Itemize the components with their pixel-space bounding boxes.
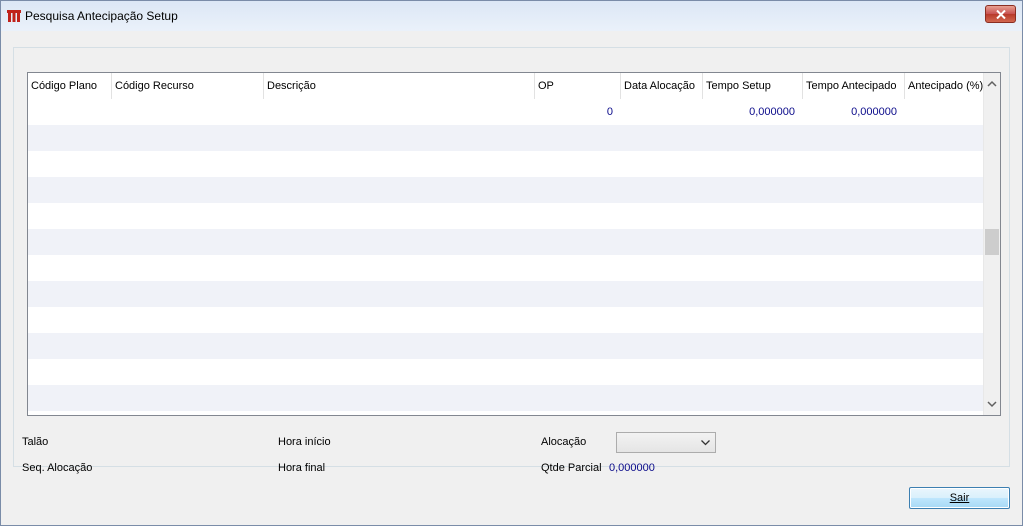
- cell-tempo-setup: 0,000000: [749, 106, 795, 118]
- qtde-parcial-label: Qtde Parcial: [541, 462, 602, 474]
- chevron-down-icon: [701, 440, 710, 446]
- talao-label: Talão: [22, 436, 49, 448]
- col-header-antecipado-pct[interactable]: Antecipado (%): [904, 73, 984, 99]
- grid-vertical-scrollbar[interactable]: [983, 73, 1000, 415]
- table-row-empty: [28, 203, 984, 229]
- seq-alocacao-label: Seq. Alocação: [22, 462, 93, 474]
- table-row-empty: [28, 151, 984, 177]
- table-row-empty: [28, 307, 984, 333]
- window-title: Pesquisa Antecipação Setup: [25, 9, 178, 23]
- col-header-descricao[interactable]: Descrição: [263, 73, 534, 99]
- scroll-down-icon[interactable]: [987, 399, 997, 409]
- grid-body: 0 0,000000 0,000000: [28, 99, 984, 411]
- col-header-op[interactable]: OP: [534, 73, 620, 99]
- scrollbar-thumb[interactable]: [985, 229, 999, 255]
- table-row-empty: [28, 385, 984, 411]
- table-row-empty: [28, 255, 984, 281]
- close-icon: [996, 10, 1006, 19]
- app-logo-icon: [7, 9, 21, 23]
- hora-inicio-label: Hora início: [278, 436, 331, 448]
- table-row-empty: [28, 125, 984, 151]
- grid-header: Código Plano Código Recurso Descrição OP…: [28, 73, 984, 99]
- qtde-parcial-value: 0,000000: [609, 462, 655, 474]
- table-row-empty: [28, 359, 984, 385]
- alocacao-label: Alocação: [541, 436, 587, 448]
- col-header-codigo-recurso[interactable]: Código Recurso: [111, 73, 263, 99]
- col-header-tempo-setup[interactable]: Tempo Setup: [702, 73, 802, 99]
- table-row[interactable]: 0 0,000000 0,000000: [28, 99, 984, 125]
- col-header-codigo-plano[interactable]: Código Plano: [28, 73, 111, 99]
- table-row-empty: [28, 177, 984, 203]
- main-group-box: Código Plano Código Recurso Descrição OP…: [13, 47, 1010, 474]
- alocacao-select[interactable]: [616, 432, 716, 453]
- col-header-tempo-antecipado[interactable]: Tempo Antecipado: [802, 73, 904, 99]
- table-row-empty: [28, 333, 984, 359]
- results-grid[interactable]: Código Plano Código Recurso Descrição OP…: [27, 72, 1001, 416]
- table-row-empty: [28, 281, 984, 307]
- dialog-window: Pesquisa Antecipação Setup Código Plano …: [0, 0, 1023, 526]
- cell-tempo-antecipado: 0,000000: [851, 106, 897, 118]
- hora-final-label: Hora final: [278, 462, 326, 474]
- col-header-data-alocacao[interactable]: Data Alocação: [620, 73, 702, 99]
- sair-button[interactable]: Sair: [909, 487, 1010, 509]
- dialog-client-area: Código Plano Código Recurso Descrição OP…: [7, 31, 1016, 521]
- cell-op: 0: [606, 106, 613, 118]
- title-bar: Pesquisa Antecipação Setup: [1, 1, 1022, 31]
- close-button[interactable]: [985, 5, 1016, 23]
- scroll-up-icon[interactable]: [987, 79, 997, 89]
- table-row-empty: [28, 229, 984, 255]
